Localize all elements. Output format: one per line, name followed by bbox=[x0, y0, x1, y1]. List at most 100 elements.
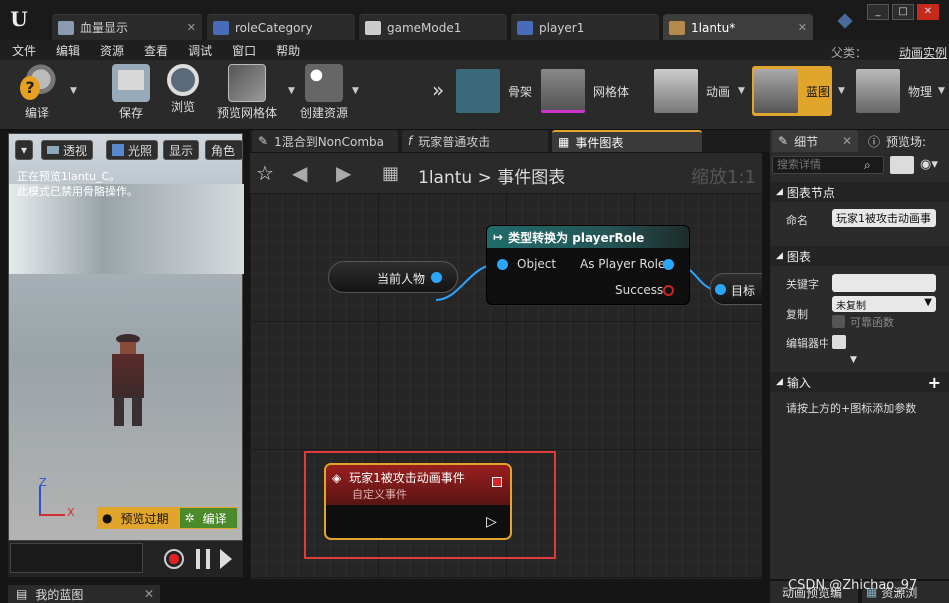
blueprint-icon bbox=[365, 20, 381, 35]
section-graph-node[interactable]: ◢ 图表节点 bbox=[770, 182, 949, 202]
close-tab-icon[interactable]: ✕ bbox=[144, 587, 154, 601]
record-button[interactable] bbox=[164, 549, 184, 569]
save-label: 保存 bbox=[118, 106, 143, 120]
tab-game-mode[interactable]: gameMode1 bbox=[359, 14, 507, 40]
tab-1lantu[interactable]: 1lantu* ✕ bbox=[663, 14, 813, 40]
breadcrumb-separator: > bbox=[477, 168, 492, 188]
current-character-node[interactable]: 当前人物 bbox=[328, 261, 458, 293]
preview-status: ● 预览过期 ✲ 编译 bbox=[97, 507, 238, 529]
as-player-role-output-pin[interactable] bbox=[663, 259, 674, 270]
menu-debug[interactable]: 调试 bbox=[176, 42, 220, 59]
physics-mode-dropdown[interactable]: ▼ bbox=[938, 86, 945, 96]
breadcrumb-graph[interactable]: 事件图表 bbox=[497, 168, 565, 188]
add-parameter-button[interactable]: + bbox=[928, 373, 941, 392]
preview-mesh-button[interactable]: 预览网格体 bbox=[212, 64, 282, 124]
tab-blend-graph[interactable]: ✎ 1混合到NonComba bbox=[252, 130, 398, 152]
my-blueprint-tab[interactable]: ▤ 我的蓝图 ✕ bbox=[8, 585, 160, 603]
output-pin[interactable] bbox=[431, 272, 442, 283]
timeline-scrubber[interactable] bbox=[10, 543, 143, 573]
more-modes-icon[interactable]: » bbox=[432, 78, 444, 102]
replicate-dropdown[interactable]: 未复制 ▼ bbox=[832, 296, 936, 312]
viewport-options-button[interactable]: ▾ bbox=[15, 140, 34, 160]
breadcrumb-asset[interactable]: 1lantu bbox=[418, 168, 472, 188]
section-graph[interactable]: ◢ 图表 bbox=[770, 246, 949, 266]
event-node-subtitle: 自定义事件 bbox=[352, 488, 407, 501]
perspective-button[interactable]: 透视 bbox=[41, 140, 94, 160]
tab-label: 细节 bbox=[794, 134, 819, 149]
name-field[interactable]: 玩家1被攻击动画事 bbox=[832, 209, 936, 227]
create-asset-button[interactable]: 创建资源 bbox=[296, 64, 352, 124]
section-inputs[interactable]: ◢ 输入 + bbox=[770, 372, 949, 392]
tab-player1[interactable]: player1 bbox=[511, 14, 659, 40]
menu-window[interactable]: 窗口 bbox=[220, 42, 264, 59]
compile-options-dropdown[interactable]: ▼ bbox=[70, 86, 77, 96]
save-icon bbox=[112, 64, 150, 102]
tab-role-category[interactable]: roleCategory bbox=[207, 14, 355, 40]
show-button[interactable]: 显示 bbox=[163, 140, 200, 160]
mode-physics[interactable]: 物理 bbox=[856, 68, 932, 114]
lighting-button[interactable]: 光照 bbox=[106, 140, 159, 160]
expand-advanced-icon[interactable]: ▼ bbox=[850, 355, 857, 365]
tab-label: 血量显示 bbox=[80, 21, 129, 35]
tab-preview-scene[interactable]: ⓘ 预览场: bbox=[862, 130, 949, 152]
blueprint-mode-dropdown[interactable]: ▼ bbox=[838, 86, 845, 96]
property-matrix-icon[interactable] bbox=[890, 156, 914, 174]
character-button[interactable]: 角色 bbox=[205, 140, 243, 160]
tab-details[interactable]: ✎ 细节 ✕ bbox=[772, 130, 858, 152]
parent-class-link[interactable]: 动画实例 bbox=[899, 44, 947, 61]
minimize-button[interactable]: _ bbox=[867, 4, 889, 20]
event-graph-canvas[interactable]: 当前人物 ↦ 类型转换为 playerRole Object As Player… bbox=[250, 193, 762, 579]
tab-label: gameMode1 bbox=[387, 20, 462, 35]
mode-mesh[interactable]: 网格体 bbox=[541, 68, 629, 114]
target-node[interactable]: 目标 bbox=[710, 273, 762, 305]
tab-player-attack[interactable]: f 玩家普通攻击 bbox=[402, 130, 548, 152]
preview-mesh-icon bbox=[228, 64, 266, 102]
step-forward-button[interactable] bbox=[220, 549, 232, 569]
menu-edit[interactable]: 编辑 bbox=[44, 42, 88, 59]
editor-callable-checkbox[interactable] bbox=[832, 335, 846, 349]
keywords-field[interactable] bbox=[832, 274, 936, 292]
viewport-compile-button[interactable]: ✲ 编译 bbox=[178, 507, 238, 529]
exec-output-pin[interactable]: ▷ bbox=[486, 515, 500, 529]
browse-button[interactable]: 浏览 bbox=[160, 64, 206, 124]
reliable-checkbox[interactable] bbox=[832, 315, 845, 328]
back-arrow-icon[interactable]: ◀ bbox=[292, 161, 307, 185]
preview-viewport[interactable]: ▾ 透视 光照 显示 角色 正在预览1lantu_C。 此模式已禁用骨骼操作。 … bbox=[8, 133, 244, 541]
menu-help[interactable]: 帮助 bbox=[264, 42, 308, 59]
menu-asset[interactable]: 资源 bbox=[88, 42, 132, 59]
perspective-icon bbox=[47, 146, 59, 154]
info-icon: ⓘ bbox=[868, 134, 881, 149]
target-input-pin[interactable] bbox=[715, 284, 726, 295]
function-icon: f bbox=[408, 134, 413, 148]
tab-health-display[interactable]: 血量显示 ✕ bbox=[52, 14, 202, 40]
close-window-button[interactable]: ✕ bbox=[917, 4, 939, 20]
compile-button[interactable]: ? 编译 bbox=[12, 64, 62, 124]
close-tab-icon[interactable]: ✕ bbox=[798, 21, 807, 34]
tab-label: 事件图表 bbox=[575, 135, 624, 150]
cast-to-playerrole-node[interactable]: ↦ 类型转换为 playerRole Object As Player Role… bbox=[486, 225, 690, 305]
mode-skeleton[interactable]: 骨架 bbox=[456, 68, 532, 114]
tab-event-graph[interactable]: ▦ 事件图表 bbox=[552, 130, 702, 152]
delegate-pin[interactable] bbox=[492, 477, 502, 487]
marketplace-icon[interactable] bbox=[837, 13, 853, 29]
close-tab-icon[interactable]: ✕ bbox=[842, 134, 852, 148]
favorite-star-icon[interactable]: ☆ bbox=[256, 161, 274, 185]
success-output-pin[interactable] bbox=[663, 285, 674, 296]
close-tab-icon[interactable]: ✕ bbox=[187, 21, 196, 34]
animation-mode-dropdown[interactable]: ▼ bbox=[738, 86, 745, 96]
forward-arrow-icon[interactable]: ▶ bbox=[336, 161, 351, 185]
object-input-pin[interactable] bbox=[497, 259, 508, 270]
maximize-button[interactable]: □ bbox=[892, 4, 914, 20]
preview-mesh-dropdown[interactable]: ▼ bbox=[288, 86, 295, 96]
menu-file[interactable]: 文件 bbox=[0, 42, 44, 59]
menu-view[interactable]: 查看 bbox=[132, 42, 176, 59]
mode-blueprint[interactable]: 蓝图 bbox=[752, 66, 833, 116]
pause-button[interactable] bbox=[196, 549, 210, 569]
unreal-logo-icon: U bbox=[10, 7, 28, 31]
custom-event-node[interactable]: ◈ 玩家1被攻击动画事件 自定义事件 ▷ bbox=[324, 463, 512, 540]
eye-visibility-icon[interactable]: ◉▾ bbox=[920, 157, 938, 172]
mode-animation[interactable]: 动画 bbox=[654, 68, 730, 114]
save-button[interactable]: 保存 bbox=[108, 64, 154, 124]
replicate-value: 未复制 bbox=[836, 301, 866, 312]
create-asset-dropdown[interactable]: ▼ bbox=[352, 86, 359, 96]
